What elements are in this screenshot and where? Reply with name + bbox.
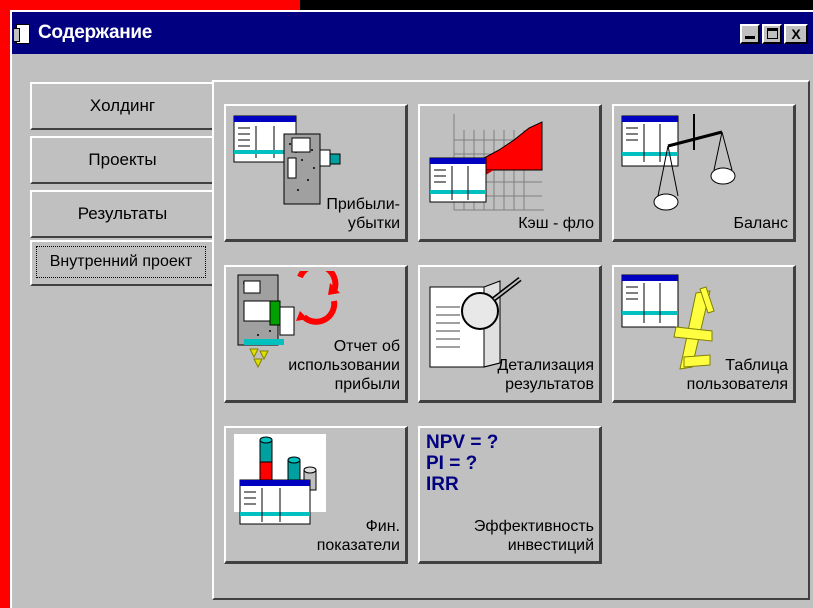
- tab-projects[interactable]: Проекты: [30, 136, 213, 184]
- window-title: Содержание: [38, 22, 153, 43]
- tile-label: Прибыли- убытки: [326, 196, 400, 232]
- tile-label: Кэш - фло: [518, 215, 594, 232]
- maximize-button[interactable]: [762, 24, 782, 44]
- tab-holding[interactable]: Холдинг: [30, 82, 213, 130]
- tab-results[interactable]: Результаты: [30, 190, 213, 238]
- maximize-icon: [766, 28, 778, 39]
- title-bar[interactable]: Содержание X: [12, 12, 813, 54]
- tile-label: Детализация результатов: [497, 357, 594, 393]
- tab-label: Результаты: [77, 204, 168, 223]
- formula-pi: PI = ?: [426, 453, 478, 474]
- tile-label: Отчет об использовании прибыли: [288, 338, 400, 393]
- document-icon: [13, 24, 30, 44]
- cash-flow-icon: [429, 114, 544, 211]
- tile-profit-usage-report[interactable]: Отчет об использовании прибыли: [224, 265, 408, 403]
- tile-label: Эффективность инвестиций: [473, 518, 594, 554]
- investment-formulas: NPV = ? PI = ? IRR: [426, 432, 498, 495]
- tab-label: Внутренний проект: [36, 246, 206, 278]
- minimize-icon: [745, 36, 755, 39]
- red-accent-left: [0, 0, 10, 608]
- tile-results-detail[interactable]: Детализация результатов: [418, 265, 602, 403]
- tab-label: Проекты: [88, 150, 157, 169]
- tile-label: Фин. показатели: [316, 518, 400, 554]
- tile-investment-efficiency[interactable]: NPV = ? PI = ? IRR Эффективность инвести…: [418, 426, 602, 564]
- red-accent-top: [0, 0, 300, 10]
- tile-user-table[interactable]: Таблица пользователя: [612, 265, 796, 403]
- formula-irr: IRR: [426, 474, 459, 495]
- contents-window: Содержание X Холдинг Проекты Результаты …: [10, 10, 813, 608]
- tile-label: Баланс: [733, 215, 788, 232]
- tile-financial-indicators[interactable]: Фин. показатели: [224, 426, 408, 564]
- content-panel: Прибыли- убытки Кэш - фло Баланс Отчет о…: [212, 80, 810, 600]
- tile-balance[interactable]: Баланс: [612, 104, 796, 242]
- close-button[interactable]: X: [784, 24, 808, 44]
- tile-profit-loss[interactable]: Прибыли- убытки: [224, 104, 408, 242]
- balance-scale-icon: [621, 114, 736, 211]
- tab-internal-project[interactable]: Внутренний проект: [30, 240, 212, 286]
- tile-label: Таблица пользователя: [686, 357, 788, 393]
- tile-cash-flow[interactable]: Кэш - фло: [418, 104, 602, 242]
- formula-npv: NPV = ?: [426, 432, 499, 453]
- minimize-button[interactable]: [740, 24, 760, 44]
- tab-label: Холдинг: [89, 96, 156, 115]
